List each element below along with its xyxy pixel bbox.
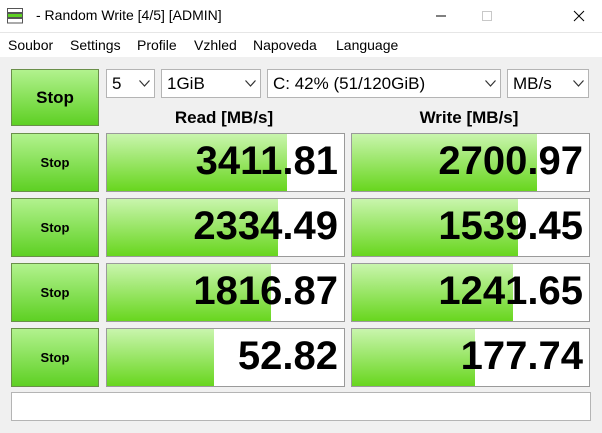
row-2-read-value: 2334.49: [193, 204, 338, 248]
unit-select[interactable]: MB/s: [507, 69, 589, 98]
row-4-write-bar: [352, 329, 476, 386]
row-4-stop-button[interactable]: Stop: [11, 328, 99, 387]
row-1-read-cell: 3411.81: [106, 133, 345, 192]
menu-settings[interactable]: Settings: [70, 37, 121, 53]
start-stop-all-button[interactable]: Stop: [11, 69, 99, 126]
row-2-write-cell: 1539.45: [351, 198, 590, 257]
row-4-read-cell: 52.82: [106, 328, 345, 387]
maximize-button[interactable]: [464, 0, 510, 32]
row-3-write-value: 1241.65: [438, 269, 583, 313]
row-4-write-cell: 177.74: [351, 328, 590, 387]
test-count-select[interactable]: 5: [106, 69, 155, 98]
maximize-icon: [482, 11, 492, 21]
comment-field[interactable]: [11, 392, 591, 421]
chevron-down-icon: [245, 80, 256, 87]
close-button[interactable]: [556, 0, 602, 32]
window-title: - Random Write [4/5] [ADMIN]: [36, 7, 222, 23]
write-header: Write [MB/s]: [419, 108, 519, 127]
test-size-value: 1GiB: [167, 74, 205, 93]
chevron-down-icon: [573, 80, 584, 87]
unit-value: MB/s: [513, 74, 552, 93]
row-3-write-cell: 1241.65: [351, 263, 590, 322]
row-2-stop-button[interactable]: Stop: [11, 198, 99, 257]
title-bar: - Random Write [4/5] [ADMIN]: [0, 0, 602, 33]
row-1-write-cell: 2700.97: [351, 133, 590, 192]
row-1-read-value: 3411.81: [195, 139, 338, 183]
menu-language[interactable]: Language: [336, 37, 398, 53]
row-4-write-value: 177.74: [460, 334, 583, 378]
row-4-read-bar: [107, 329, 214, 386]
menu-napoveda[interactable]: Napoveda: [253, 37, 317, 53]
read-header: Read [MB/s]: [174, 108, 274, 127]
row-1-write-value: 2700.97: [438, 139, 583, 183]
drive-value: C: 42% (51/120GiB): [273, 74, 426, 93]
menu-bar: Soubor Settings Profile Vzhled Napoveda …: [0, 33, 602, 57]
minimize-icon: [436, 15, 446, 17]
menu-vzhled[interactable]: Vzhled: [194, 37, 237, 53]
row-1-stop-button[interactable]: Stop: [11, 133, 99, 192]
row-4-read-value: 52.82: [237, 334, 338, 378]
row-3-stop-button[interactable]: Stop: [11, 263, 99, 322]
test-size-select[interactable]: 1GiB: [161, 69, 261, 98]
row-3-read-value: 1816.87: [193, 269, 338, 313]
row-2-read-cell: 2334.49: [106, 198, 345, 257]
row-3-read-cell: 1816.87: [106, 263, 345, 322]
menu-soubor[interactable]: Soubor: [8, 37, 53, 53]
chevron-down-icon: [139, 80, 150, 87]
app-icon[interactable]: [7, 8, 23, 24]
test-count-value: 5: [112, 74, 122, 93]
row-2-write-value: 1539.45: [438, 204, 583, 248]
chevron-down-icon: [485, 80, 496, 87]
drive-select[interactable]: C: 42% (51/120GiB): [267, 69, 501, 98]
menu-profile[interactable]: Profile: [137, 37, 177, 53]
close-icon: [573, 10, 585, 22]
minimize-button[interactable]: [418, 0, 464, 32]
